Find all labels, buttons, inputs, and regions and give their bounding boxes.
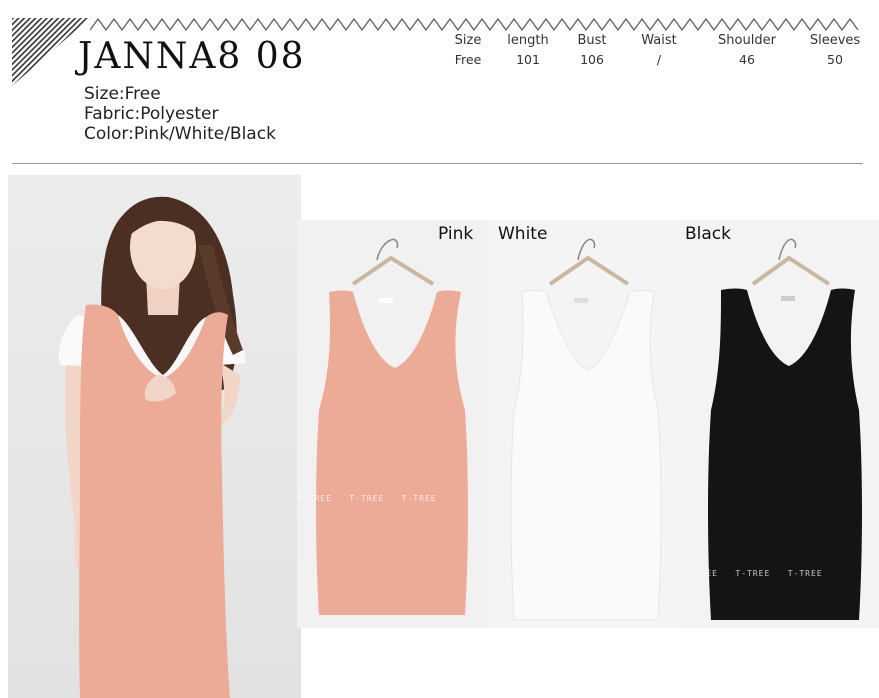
watermark: T-TREE T-TREE T-TREE bbox=[683, 569, 823, 578]
watermark-text: T-TREE bbox=[401, 494, 437, 503]
dress-illustration bbox=[316, 238, 468, 615]
spec-header: length bbox=[507, 33, 549, 48]
color-label-white: White bbox=[498, 224, 548, 244]
dress-illustration bbox=[708, 238, 862, 620]
spec-column-sleeves: Sleeves 50 bbox=[800, 32, 870, 70]
product-info: Size:Free Fabric:Polyester Color:Pink/Wh… bbox=[84, 84, 276, 144]
model-photo bbox=[8, 175, 301, 698]
watermark-text: T-TREE bbox=[683, 569, 718, 578]
header-divider bbox=[12, 163, 863, 164]
spec-value: 101 bbox=[516, 52, 540, 67]
spec-value: / bbox=[656, 52, 662, 67]
dress-illustration bbox=[510, 238, 662, 621]
product-code-title: JANNA8 08 bbox=[78, 36, 306, 77]
spec-value: 106 bbox=[580, 52, 604, 67]
spec-value: 50 bbox=[827, 52, 843, 67]
spec-column-waist: Waist / bbox=[624, 32, 694, 70]
color-label-pink: Pink bbox=[438, 224, 474, 244]
fabric-info: Fabric:Polyester bbox=[84, 104, 219, 124]
spec-header: Waist bbox=[641, 33, 677, 48]
color-label-black: Black bbox=[685, 224, 731, 244]
watermark-text: T-TREE bbox=[735, 569, 771, 578]
watermark-text: T-TREE bbox=[349, 494, 385, 503]
spec-column-shoulder: Shoulder 46 bbox=[712, 32, 782, 70]
product-photo-black: Black T-TREE T-TREE T-TREE bbox=[683, 220, 879, 628]
spec-value: 46 bbox=[739, 52, 755, 67]
spec-header: Shoulder bbox=[718, 33, 776, 48]
spec-column-length: length 101 bbox=[493, 32, 563, 70]
spec-header: Sleeves bbox=[809, 33, 861, 48]
spec-header: Bust bbox=[577, 33, 607, 48]
product-photo-white: White bbox=[488, 220, 684, 628]
zigzag-border bbox=[90, 17, 859, 32]
spec-column-bust: Bust 106 bbox=[557, 32, 627, 70]
watermark-text: T-TREE bbox=[787, 569, 823, 578]
product-photo-pink: Pink T-TREE T-TREE T-TREE bbox=[297, 220, 493, 628]
watermark-text: T-TREE bbox=[297, 494, 332, 503]
size-info: Size:Free bbox=[84, 84, 161, 104]
color-info: Color:Pink/White/Black bbox=[84, 124, 276, 144]
watermark: T-TREE T-TREE T-TREE bbox=[297, 494, 437, 503]
